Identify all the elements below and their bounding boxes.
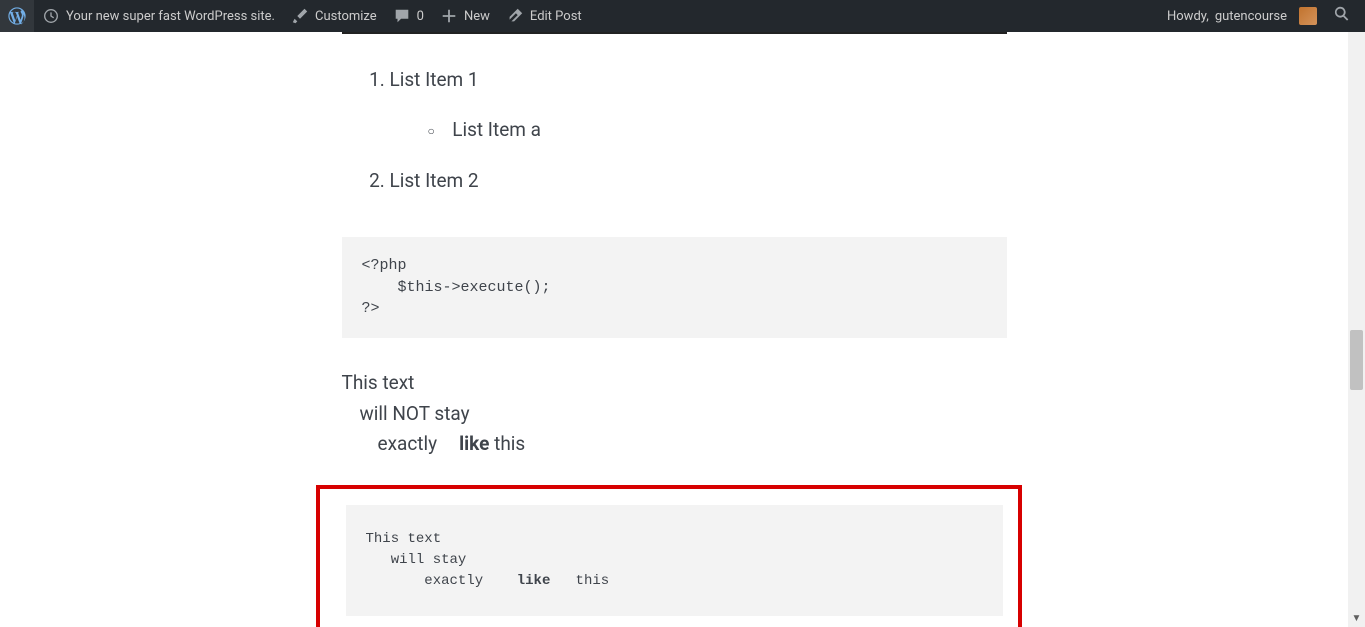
post-content: List Item 1 List Item a List Item 2 <?ph… [342, 32, 1007, 627]
comment-icon [393, 7, 411, 25]
adminbar-right: Howdy, gutencourse [1159, 0, 1359, 32]
new-menu[interactable]: New [432, 0, 498, 32]
image-bottom-strip [342, 32, 1007, 34]
nested-list: List Item a [390, 114, 1007, 146]
avatar [1299, 7, 1317, 25]
text-fragment: this [489, 432, 525, 455]
dashboard-icon [42, 7, 60, 25]
username: gutencourse [1215, 9, 1287, 24]
text-line: will NOT stay [342, 399, 1007, 429]
pencil-icon [506, 7, 524, 25]
customize-label: Customize [315, 9, 377, 24]
ordered-list: List Item 1 List Item a List Item 2 [342, 64, 1007, 197]
list-item-text: List Item 1 [390, 68, 479, 91]
pre-text: this [550, 573, 609, 589]
paragraph-not-stay: This text will NOT stay exactly like this [342, 368, 1007, 459]
text-line: exactly like this [342, 429, 1007, 459]
search-toggle[interactable] [1325, 0, 1359, 32]
list-item: List Item 2 [390, 165, 1007, 197]
comments-menu[interactable]: 0 [385, 0, 432, 32]
wp-admin-bar: Your new super fast WordPress site. Cust… [0, 0, 1365, 32]
scrollbar-down-arrow[interactable]: ▼ [1348, 610, 1365, 627]
list-item: List Item a [452, 114, 1007, 146]
comments-count: 0 [417, 9, 424, 24]
vertical-scrollbar[interactable]: ▲ ▼ [1348, 0, 1365, 627]
new-label: New [464, 9, 490, 24]
list-item: List Item 1 List Item a [390, 64, 1007, 147]
site-name-label: Your new super fast WordPress site. [66, 9, 275, 24]
customize-menu[interactable]: Customize [283, 0, 385, 32]
search-icon [1333, 5, 1351, 27]
howdy-prefix: Howdy, [1167, 9, 1209, 24]
plus-icon [440, 7, 458, 25]
wp-logo-menu[interactable] [0, 0, 34, 32]
text-fragment: exactly [378, 432, 438, 455]
scrollbar-thumb[interactable] [1350, 330, 1363, 390]
list-item-text: List Item 2 [390, 169, 479, 192]
preformatted-block: This text will stay exactly like this [346, 505, 1003, 616]
pre-text: This text will stay exactly [366, 531, 517, 589]
account-menu[interactable]: Howdy, gutencourse [1159, 0, 1325, 32]
edit-post-menu[interactable]: Edit Post [498, 0, 590, 32]
site-name-menu[interactable]: Your new super fast WordPress site. [34, 0, 283, 32]
code-block-php: <?php $this->execute(); ?> [342, 237, 1007, 338]
text-line: This text [342, 368, 1007, 398]
wordpress-icon [8, 7, 26, 25]
pre-bold: like [517, 573, 551, 589]
edit-post-label: Edit Post [530, 9, 582, 24]
text-bold: like [459, 432, 489, 455]
adminbar-left: Your new super fast WordPress site. Cust… [0, 0, 590, 32]
paintbrush-icon [291, 7, 309, 25]
highlight-box: This text will stay exactly like this [316, 485, 1022, 627]
list-item-text: List Item a [452, 118, 541, 141]
page-viewport: List Item 1 List Item a List Item 2 <?ph… [0, 32, 1348, 627]
